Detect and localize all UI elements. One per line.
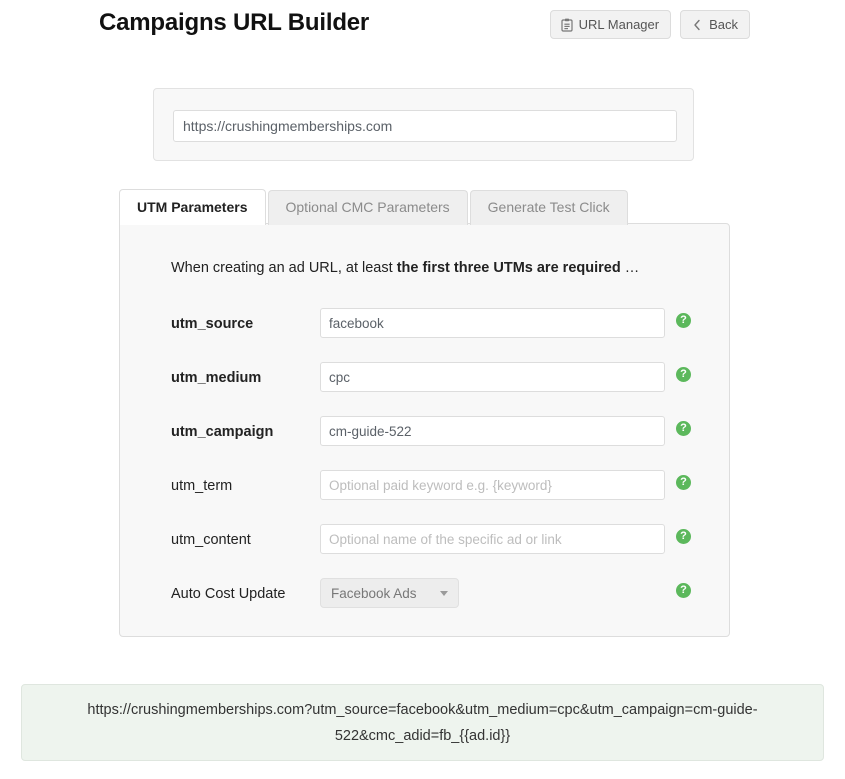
clipboard-icon xyxy=(561,18,573,32)
panel-intro-bold: the first three UTMs are required xyxy=(396,260,621,276)
form-row-auto-cost-update: Auto Cost Update Facebook Ads ? xyxy=(171,572,731,626)
panel-intro-suffix: … xyxy=(620,260,640,276)
chevron-left-icon xyxy=(691,18,703,32)
select-auto-cost-update-value: Facebook Ads xyxy=(331,585,417,601)
back-button[interactable]: Back xyxy=(680,10,750,39)
utm-form: utm_source ? utm_medium ? utm_campaign ?… xyxy=(171,302,731,626)
help-icon-utm-term[interactable]: ? xyxy=(676,475,691,490)
help-icon-utm-campaign[interactable]: ? xyxy=(676,421,691,436)
label-utm-content: utm_content xyxy=(171,532,251,548)
input-utm-source[interactable] xyxy=(320,308,665,338)
panel-intro-text: When creating an ad URL, at least the fi… xyxy=(171,260,639,276)
utm-parameters-panel: When creating an ad URL, at least the fi… xyxy=(119,223,730,637)
help-icon-utm-content[interactable]: ? xyxy=(676,529,691,544)
input-utm-campaign[interactable] xyxy=(320,416,665,446)
tab-optional-cmc-parameters[interactable]: Optional CMC Parameters xyxy=(267,190,468,225)
input-utm-term[interactable] xyxy=(320,470,665,500)
header-button-group: URL Manager Back xyxy=(549,10,750,39)
label-utm-source: utm_source xyxy=(171,316,254,332)
help-icon-utm-medium[interactable]: ? xyxy=(676,367,691,382)
tab-utm-parameters-label: UTM Parameters xyxy=(137,199,248,215)
generated-url-text: https://crushingmemberships.com?utm_sour… xyxy=(87,701,758,744)
form-row-utm-term: utm_term ? xyxy=(171,464,731,518)
destination-url-card xyxy=(153,88,694,161)
help-icon-auto-cost-update[interactable]: ? xyxy=(676,583,691,598)
label-utm-campaign: utm_campaign xyxy=(171,424,274,440)
tab-optional-cmc-parameters-label: Optional CMC Parameters xyxy=(285,199,450,215)
url-manager-button[interactable]: URL Manager xyxy=(549,10,672,39)
input-utm-content[interactable] xyxy=(320,524,665,554)
chevron-down-icon xyxy=(440,590,448,596)
tab-generate-test-click[interactable]: Generate Test Click xyxy=(469,190,628,225)
tab-generate-test-click-label: Generate Test Click xyxy=(487,199,610,215)
tab-utm-parameters[interactable]: UTM Parameters xyxy=(119,189,266,225)
destination-url-input[interactable] xyxy=(173,110,677,142)
url-manager-button-label: URL Manager xyxy=(578,17,660,32)
input-utm-medium[interactable] xyxy=(320,362,665,392)
form-row-utm-source: utm_source ? xyxy=(171,302,731,356)
label-utm-term: utm_term xyxy=(171,478,233,494)
help-icon-utm-source[interactable]: ? xyxy=(676,313,691,328)
label-auto-cost-update: Auto Cost Update xyxy=(171,586,286,602)
label-utm-medium: utm_medium xyxy=(171,370,262,386)
panel-intro-prefix: When creating an ad URL, at least xyxy=(171,260,397,276)
form-row-utm-content: utm_content ? xyxy=(171,518,731,572)
select-auto-cost-update[interactable]: Facebook Ads xyxy=(320,578,459,608)
form-row-utm-campaign: utm_campaign ? xyxy=(171,410,731,464)
page-header: Campaigns URL Builder URL Manager Back xyxy=(0,0,845,62)
generated-url-box[interactable]: https://crushingmemberships.com?utm_sour… xyxy=(21,684,824,761)
form-row-utm-medium: utm_medium ? xyxy=(171,356,731,410)
page-title: Campaigns URL Builder xyxy=(99,9,370,36)
builder-tabs: UTM Parameters Optional CMC Parameters G… xyxy=(119,189,630,225)
back-button-label: Back xyxy=(709,17,738,32)
